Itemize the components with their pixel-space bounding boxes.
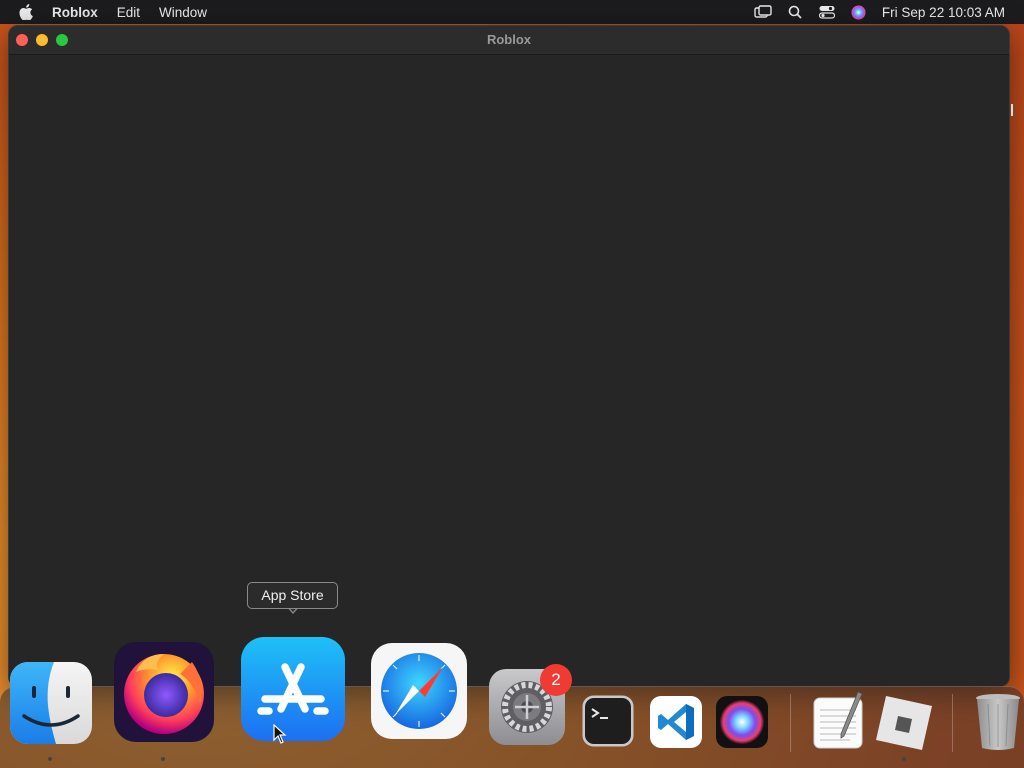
- siri-icon[interactable]: [848, 0, 870, 24]
- dock-terminal-icon[interactable]: [582, 695, 634, 752]
- dock-firefox-icon[interactable]: [114, 642, 214, 747]
- dock-vscode-icon[interactable]: [650, 696, 702, 753]
- screen-mirroring-icon[interactable]: [752, 0, 774, 24]
- dock-textedit-icon[interactable]: [810, 690, 868, 755]
- dock-app-store-icon[interactable]: [241, 637, 345, 746]
- mouse-cursor-icon: [273, 723, 287, 749]
- window-titlebar[interactable]: Roblox: [9, 26, 1009, 55]
- roblox-window: Roblox: [8, 25, 1010, 687]
- menu-clock[interactable]: Fri Sep 22 10:03 AM: [882, 5, 1005, 20]
- dock-separator-trash: [952, 694, 953, 752]
- dock-tooltip: App Store: [247, 582, 338, 609]
- menu-window[interactable]: Window: [159, 5, 207, 20]
- menu-app-name[interactable]: Roblox: [52, 5, 98, 20]
- spotlight-search-icon[interactable]: [784, 0, 806, 24]
- dock-siri-icon[interactable]: [716, 696, 768, 753]
- menu-bar: Roblox Edit Window Fri Sep 22 10:03 AM: [0, 0, 1024, 24]
- dock-finder-icon[interactable]: [10, 662, 92, 749]
- menu-edit[interactable]: Edit: [117, 5, 140, 20]
- dock-safari-icon[interactable]: [371, 643, 467, 744]
- settings-notification-badge: 2: [540, 664, 572, 696]
- window-resize-handle[interactable]: [1011, 104, 1013, 116]
- dock-separator: [790, 694, 791, 752]
- dock-roblox-icon[interactable]: [874, 692, 934, 757]
- apple-icon[interactable]: [18, 4, 34, 20]
- control-center-icon[interactable]: [816, 0, 838, 24]
- status-area: Fri Sep 22 10:03 AM: [752, 0, 1024, 24]
- dock-running-indicator-firefox: [161, 757, 165, 761]
- window-content[interactable]: [9, 55, 1009, 686]
- dock-running-indicator-roblox: [902, 757, 906, 761]
- dock-trash-icon[interactable]: [974, 692, 1022, 757]
- window-title: Roblox: [486, 32, 532, 47]
- dock-running-indicator-finder: [48, 757, 52, 761]
